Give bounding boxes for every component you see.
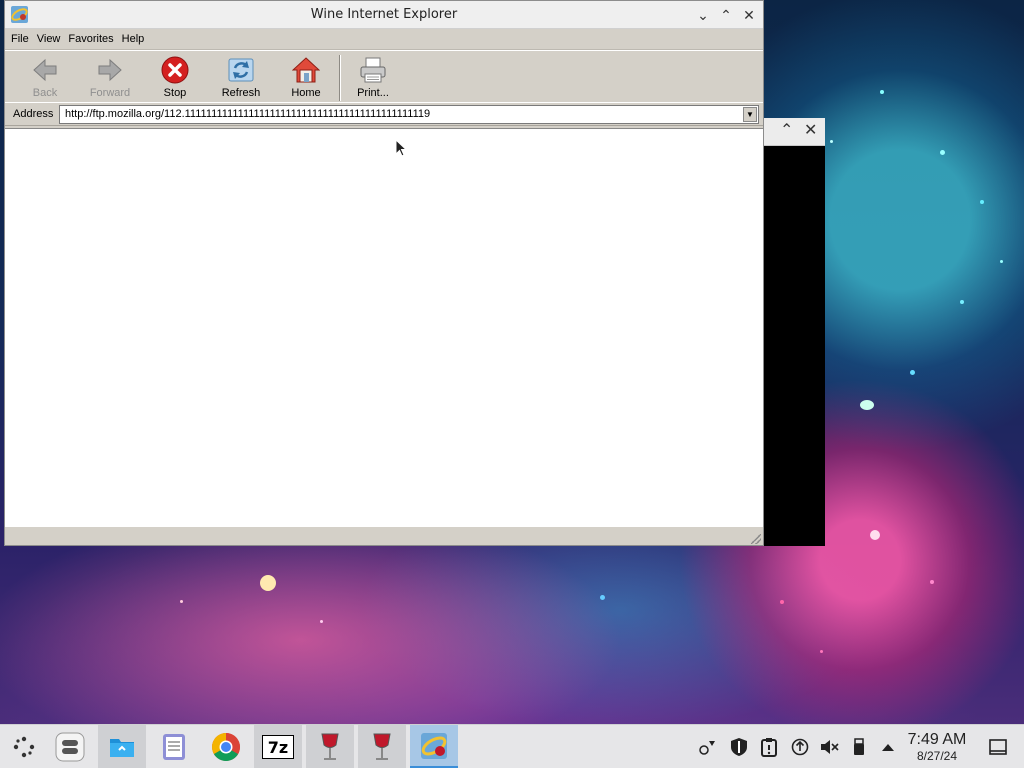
back-button[interactable]: Back — [15, 53, 75, 103]
menu-file[interactable]: File — [7, 29, 33, 49]
background-window[interactable]: ⌃ ✕ — [764, 118, 825, 546]
toolbar: Back Forward Stop Refresh Home Print... — [5, 50, 763, 103]
refresh-button[interactable]: Refresh — [211, 53, 271, 103]
menu-favorites[interactable]: Favorites — [64, 29, 117, 49]
browser-window: Wine Internet Explorer ⌄ ⌃ ✕ File View Fav… — [4, 0, 764, 546]
overview-icon — [55, 732, 85, 762]
refresh-label: Refresh — [221, 87, 261, 99]
maximize-button[interactable]: ⌃ — [716, 5, 736, 25]
forward-arrow-icon — [98, 58, 122, 82]
show-hidden-tray-icon[interactable] — [878, 737, 898, 757]
home-button[interactable]: Home — [276, 53, 336, 103]
forward-button[interactable]: Forward — [80, 53, 140, 103]
menu-help[interactable]: Help — [118, 29, 149, 49]
svg-text:7z: 7z — [268, 738, 288, 757]
mouse-cursor-icon — [395, 139, 407, 157]
forward-label: Forward — [89, 87, 131, 99]
background-window-content — [764, 146, 825, 546]
overview-button[interactable] — [46, 725, 94, 768]
wine-glass-icon — [321, 733, 339, 760]
taskbar-wine-app-2[interactable] — [358, 725, 406, 768]
internet-explorer-icon — [421, 732, 447, 759]
close-button[interactable]: ✕ — [739, 5, 759, 25]
resize-grip-icon[interactable] — [751, 534, 761, 544]
toolbar-separator — [339, 55, 341, 101]
title-bar[interactable]: Wine Internet Explorer ⌄ ⌃ ✕ — [5, 1, 763, 29]
printer-icon — [360, 57, 386, 83]
application-launcher-button[interactable] — [0, 725, 48, 768]
taskbar-wine-internet-explorer[interactable] — [410, 725, 458, 768]
address-input[interactable]: http://ftp.mozilla.org/112.1111111111111… — [59, 105, 759, 124]
background-close-button[interactable]: ✕ — [804, 123, 817, 139]
menu-view[interactable]: View — [33, 29, 65, 49]
security-shield-tray-icon[interactable] — [729, 737, 749, 757]
taskbar-dolphin[interactable] — [98, 725, 146, 768]
stop-icon — [161, 56, 189, 84]
back-label: Back — [32, 87, 58, 99]
show-desktop-button[interactable] — [988, 737, 1008, 757]
background-window-titlebar[interactable]: ⌃ ✕ — [764, 118, 825, 146]
clock-date[interactable]: 8/27/24 — [898, 749, 976, 763]
stop-button[interactable]: Stop — [145, 53, 205, 103]
status-bar — [5, 526, 763, 545]
wine-glass-icon — [373, 733, 391, 760]
taskbar-wine-app-1[interactable] — [306, 725, 354, 768]
7zip-icon: 7z — [262, 735, 294, 759]
updates-tray-icon[interactable] — [790, 737, 810, 757]
taskbar-7zip[interactable]: 7z — [254, 725, 302, 768]
folder-icon — [110, 739, 134, 757]
print-button[interactable]: Print... — [343, 53, 403, 103]
network-tray-icon[interactable] — [698, 737, 718, 757]
taskbar: 7z 7:49 AM 8/27/24 — [0, 724, 1024, 768]
menu-bar: File View Favorites Help — [5, 29, 763, 50]
home-label: Home — [291, 87, 321, 99]
minimize-button[interactable]: ⌄ — [693, 5, 713, 25]
address-label: Address — [13, 108, 54, 120]
volume-muted-tray-icon[interactable] — [819, 737, 839, 757]
text-editor-icon — [163, 734, 185, 760]
launcher-icon — [13, 736, 35, 758]
home-icon — [292, 57, 320, 83]
stop-label: Stop — [163, 87, 187, 99]
background-maximize-button[interactable]: ⌃ — [780, 123, 793, 139]
usb-device-tray-icon[interactable] — [849, 737, 869, 757]
address-url-text: http://ftp.mozilla.org/112.1111111111111… — [65, 108, 431, 120]
address-dropdown-button[interactable]: ▼ — [743, 107, 757, 122]
taskbar-text-editor[interactable] — [150, 725, 198, 768]
window-title: Wine Internet Explorer — [310, 7, 458, 22]
page-content-area[interactable] — [5, 128, 763, 526]
refresh-icon — [228, 58, 254, 82]
clock-time[interactable]: 7:49 AM — [898, 731, 976, 749]
clipboard-tray-icon[interactable] — [759, 737, 779, 757]
chrome-icon — [212, 733, 240, 761]
back-arrow-icon — [33, 58, 57, 82]
print-label: Print... — [357, 87, 389, 99]
taskbar-chrome[interactable] — [202, 725, 250, 768]
address-bar: Address http://ftp.mozilla.org/112.11111… — [5, 103, 763, 126]
